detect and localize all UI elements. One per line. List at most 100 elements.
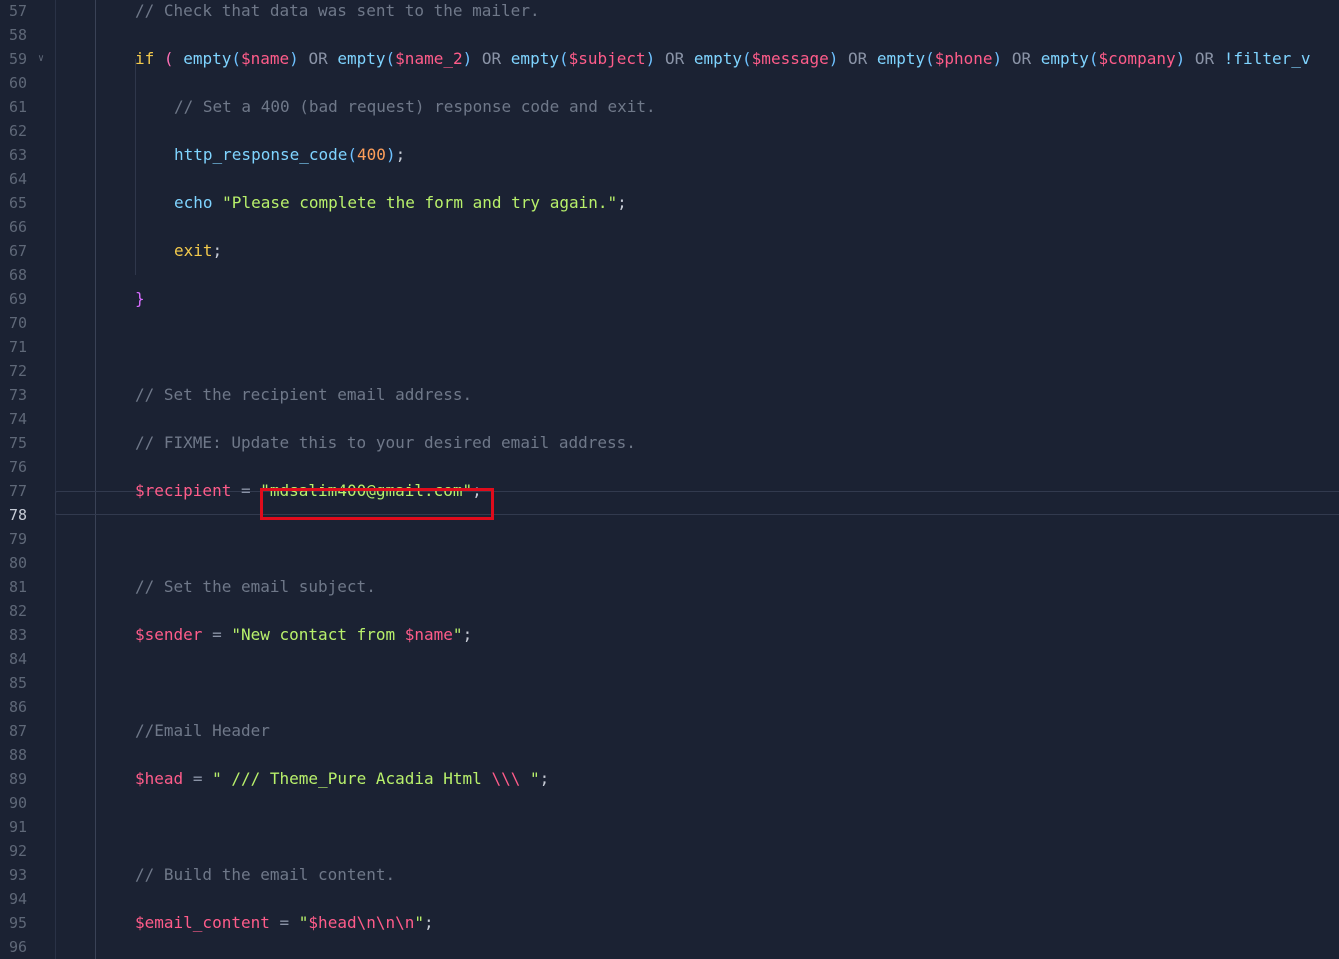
- string: ": [520, 769, 540, 788]
- code-line[interactable]: 58 // Check that data was sent to the ma…: [0, 0, 1339, 44]
- code-line[interactable]: 61: [0, 71, 1339, 116]
- function-empty: empty: [337, 49, 386, 68]
- code-line[interactable]: 88 //Email Header: [0, 719, 1339, 764]
- code-line[interactable]: 67: [0, 215, 1339, 260]
- operator: =: [279, 913, 290, 932]
- operator: OR: [1194, 49, 1215, 68]
- code-text: // Set a 400 (bad request) response code…: [174, 95, 656, 119]
- string: "New contact from: [231, 625, 405, 644]
- code-line-current[interactable]: 78 $recipient = "mdsalim400@gmail.com";: [0, 479, 1339, 524]
- variable: $email_content: [135, 913, 270, 932]
- code-line[interactable]: 72: [0, 335, 1339, 380]
- comment: // Set a 400 (bad request) response code…: [174, 97, 656, 116]
- code-line[interactable]: 90 $head = " /// Theme_Pure Acadia Html …: [0, 767, 1339, 812]
- code-line[interactable]: 87: [0, 695, 1339, 740]
- keyword-exit: exit: [174, 241, 213, 260]
- code-line[interactable]: 85: [0, 647, 1339, 692]
- code-line[interactable]: 93: [0, 839, 1339, 884]
- comment: // Build the email content.: [135, 865, 396, 884]
- code-line[interactable]: 75: [0, 407, 1339, 452]
- paren: (: [347, 145, 358, 164]
- paren: ): [462, 49, 473, 68]
- code-line[interactable]: 95: [0, 887, 1339, 932]
- function-empty: empty: [183, 49, 232, 68]
- variable: $message: [751, 49, 829, 68]
- code-line[interactable]: 81: [0, 551, 1339, 596]
- paren: (: [385, 49, 396, 68]
- comment: // Set the email subject.: [135, 577, 376, 596]
- code-line[interactable]: 84 $sender = "New contact from $name";: [0, 623, 1339, 668]
- function-empty: empty: [510, 49, 559, 68]
- semicolon: ;: [212, 241, 223, 260]
- variable: $phone: [934, 49, 993, 68]
- code-line[interactable]: 96 $email_content = "$head\n\n\n";: [0, 911, 1339, 956]
- semicolon: ;: [539, 769, 550, 788]
- comment: // FIXME: Update this to your desired em…: [135, 433, 636, 452]
- code-line[interactable]: 76 // FIXME: Update this to your desired…: [0, 431, 1339, 476]
- variable: $name: [241, 49, 290, 68]
- paren: ): [289, 49, 299, 68]
- code-line[interactable]: 59: [0, 23, 1339, 68]
- operator: OR: [1011, 49, 1032, 68]
- line-number: 96: [9, 938, 28, 956]
- code-line[interactable]: 82 // Set the email subject.: [0, 575, 1339, 620]
- operator: =: [212, 625, 222, 644]
- code-text: //Email Header: [135, 719, 270, 743]
- code-text: // Set the email subject.: [135, 575, 376, 599]
- code-line[interactable]: 64 http_response_code(400);: [0, 143, 1339, 188]
- code-text: $sender = "New contact from $name";: [135, 623, 472, 647]
- code-line[interactable]: 73: [0, 359, 1339, 404]
- code-line[interactable]: 70 }: [0, 287, 1339, 332]
- closing-brace: }: [135, 289, 145, 308]
- keyword-echo: echo: [174, 193, 213, 212]
- function-call: http_response_code: [174, 145, 348, 164]
- code-line[interactable]: 94 // Build the email content.: [0, 863, 1339, 908]
- code-text: // FIXME: Update this to your desired em…: [135, 431, 636, 455]
- paren: (: [558, 49, 569, 68]
- paren: ): [992, 49, 1003, 68]
- semicolon: ;: [424, 913, 434, 932]
- semicolon: ;: [395, 145, 406, 164]
- code-line[interactable]: 80: [0, 527, 1339, 572]
- variable: $sender: [135, 625, 203, 644]
- function-empty: empty: [693, 49, 743, 68]
- code-line[interactable]: 83: [0, 599, 1339, 644]
- paren: ): [645, 49, 656, 68]
- variable: $head: [135, 769, 184, 788]
- escape-sequence: \\\: [491, 769, 521, 788]
- code-line[interactable]: 89: [0, 743, 1339, 788]
- paren: (: [925, 49, 935, 68]
- code-line[interactable]: 69: [0, 263, 1339, 308]
- operator: OR: [664, 49, 685, 68]
- code-line[interactable]: 65: [0, 167, 1339, 212]
- paren: ): [828, 49, 839, 68]
- function-filter: !filter_v: [1223, 49, 1311, 68]
- code-line[interactable]: 66 echo "Please complete the form and tr…: [0, 191, 1339, 236]
- operator: =: [240, 481, 251, 500]
- fold-chevron-icon[interactable]: ∨: [38, 47, 44, 71]
- code-line[interactable]: 91: [0, 791, 1339, 836]
- code-line[interactable]: 79: [0, 503, 1339, 548]
- code-text: // Check that data was sent to the maile…: [135, 0, 540, 23]
- semicolon: ;: [617, 193, 627, 212]
- code-text: // Set the recipient email address.: [135, 383, 472, 407]
- code-editor[interactable]: 57 58 // Check that data was sent to the…: [0, 0, 1339, 959]
- code-line[interactable]: 62 // Set a 400 (bad request) response c…: [0, 95, 1339, 140]
- code-line[interactable]: 77: [0, 455, 1339, 500]
- operator: OR: [848, 49, 868, 68]
- code-line[interactable]: 92: [0, 815, 1339, 860]
- keyword-if: if: [135, 49, 155, 68]
- paren: ): [1175, 49, 1186, 68]
- function-empty: empty: [1040, 49, 1089, 68]
- code-text: // Build the email content.: [135, 863, 395, 887]
- code-line[interactable]: 74 // Set the recipient email address.: [0, 383, 1339, 428]
- code-line[interactable]: 71: [0, 311, 1339, 356]
- escape-sequence: \n\n\n: [356, 913, 415, 932]
- code-line[interactable]: 68 exit;: [0, 239, 1339, 284]
- code-line[interactable]: 63: [0, 119, 1339, 164]
- code-line[interactable]: 60 ∨ if ( empty($name) OR empty($name_2)…: [0, 47, 1339, 92]
- red-highlight-box: [260, 488, 494, 520]
- number: 400: [357, 145, 386, 164]
- code-text: http_response_code(400);: [174, 143, 405, 167]
- code-line[interactable]: 86: [0, 671, 1339, 716]
